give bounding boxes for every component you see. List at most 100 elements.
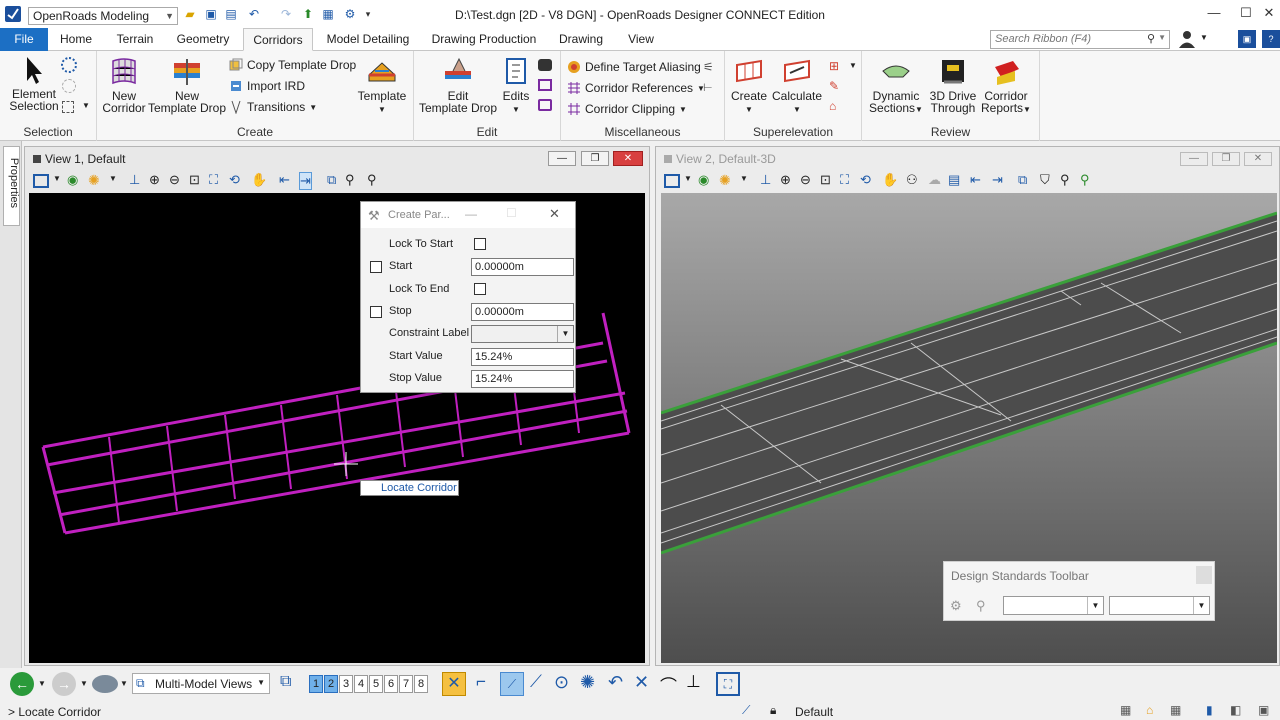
tab-drawing[interactable]: Drawing xyxy=(554,28,608,51)
snap-center-icon[interactable]: ⊙ xyxy=(554,672,569,693)
snap-intersection-icon[interactable]: ✕ xyxy=(634,672,649,693)
close-icon[interactable]: ✕ xyxy=(1255,5,1280,25)
view-1-minimize-button[interactable]: — xyxy=(548,151,576,166)
rotate-view-icon[interactable]: ⟲ xyxy=(229,172,240,188)
start-checkbox[interactable] xyxy=(370,261,382,273)
clip-volume-icon[interactable]: ⚲ xyxy=(345,172,355,188)
view-button-8[interactable]: 8 xyxy=(414,675,428,693)
view-menu-icon[interactable] xyxy=(664,155,672,163)
superelevation-calculate-button[interactable]: Calculate ▼ xyxy=(771,57,823,116)
pan-view-icon[interactable]: ✋ xyxy=(882,172,898,188)
corridor-edit-icon[interactable] xyxy=(538,79,552,91)
template-button[interactable]: Template ▼ xyxy=(355,57,409,116)
clip-front-icon[interactable]: ⚲ xyxy=(1080,172,1090,188)
active-level[interactable]: Default xyxy=(795,705,833,719)
chevron-down-icon[interactable]: ▼ xyxy=(38,679,46,688)
design-standards-select-1[interactable]: ▼ xyxy=(1003,596,1104,615)
edit-template-drop-button[interactable]: Edit Template Drop xyxy=(418,57,498,114)
snap-parallel-icon[interactable]: ⊥ xyxy=(686,672,701,692)
import-ird-button[interactable]: Import IRD xyxy=(229,76,305,96)
select-circle-icon[interactable] xyxy=(62,79,76,93)
chevron-down-icon[interactable]: ▼ xyxy=(109,174,117,183)
display-style-icon[interactable]: ◉ xyxy=(67,172,78,188)
lock-to-start-checkbox[interactable] xyxy=(474,238,486,250)
multi-model-views-dropdown[interactable]: ⧉ Multi-Model Views ▼ xyxy=(132,673,270,694)
chevron-down-icon[interactable]: ▼ xyxy=(80,679,88,688)
window-area-icon[interactable]: ⊡ xyxy=(820,172,831,188)
fit-view-icon[interactable]: ⛶ xyxy=(840,172,849,188)
status-icon-b[interactable]: ▦ xyxy=(1170,703,1181,717)
copy-view-icon[interactable]: ⧉ xyxy=(1018,172,1027,188)
tab-drawing-production[interactable]: Drawing Production xyxy=(426,28,542,51)
design-standards-tool-icon[interactable]: ⚙ xyxy=(950,598,962,614)
view-1-maximize-button[interactable]: ❐ xyxy=(581,151,609,166)
select-box-icon[interactable] xyxy=(62,101,74,113)
chevron-down-icon[interactable]: ▼ xyxy=(120,679,128,688)
tab-home[interactable]: Home xyxy=(52,28,100,51)
lighting-icon[interactable]: ✺ xyxy=(88,172,100,189)
select-all-icon[interactable] xyxy=(61,57,77,73)
view-button-4[interactable]: 4 xyxy=(354,675,368,693)
status-icon-a[interactable]: ▦ xyxy=(1120,703,1131,717)
user-icon[interactable] xyxy=(1178,30,1198,48)
fit-view-icon[interactable]: ⛶ xyxy=(209,172,218,188)
drive-through-button[interactable]: 3D Drive Through xyxy=(928,57,978,114)
minimize-icon[interactable]: — xyxy=(1200,5,1228,25)
walk-icon[interactable]: ⚇ xyxy=(906,172,918,188)
snap-tangent-icon[interactable]: ↶ xyxy=(608,672,623,693)
chevron-down-icon[interactable]: ▼ xyxy=(1200,33,1208,42)
zoom-in-icon[interactable]: ⊕ xyxy=(149,172,160,188)
view-attributes-icon[interactable] xyxy=(33,174,49,188)
start-value-field[interactable]: 15.24% xyxy=(471,348,574,366)
chevron-down-icon[interactable]: ▼ xyxy=(740,174,748,183)
view-button-2[interactable]: 2 xyxy=(324,675,338,693)
search-ribbon-input[interactable]: Search Ribbon (F4) ⚲ ▼ xyxy=(990,30,1170,49)
superelevation-create-button[interactable]: Create ▼ xyxy=(729,57,769,116)
tab-file[interactable]: File xyxy=(0,28,48,51)
stop-field[interactable]: 0.00000m xyxy=(471,303,574,321)
new-corridor-button[interactable]: New Corridor xyxy=(101,57,147,114)
new-template-drop-button[interactable]: New Template Drop xyxy=(147,57,227,114)
view-2-maximize-button[interactable]: ❐ xyxy=(1212,152,1240,166)
zoom-out-icon[interactable]: ⊖ xyxy=(169,172,180,188)
view-previous-icon[interactable]: ⇤ xyxy=(279,172,290,188)
superelevation-edit-icon[interactable]: ✎ xyxy=(829,79,839,93)
lock-to-end-checkbox[interactable] xyxy=(474,283,486,295)
view-next-icon[interactable]: ⇥ xyxy=(992,172,1003,188)
view-button-7[interactable]: 7 xyxy=(399,675,413,693)
display-style-icon[interactable]: ◉ xyxy=(698,172,709,188)
accudraw-icon[interactable]: ⟋ xyxy=(742,703,750,718)
tab-terrain[interactable]: Terrain xyxy=(108,28,162,51)
define-target-aliasing-button[interactable]: Define Target Aliasing xyxy=(567,57,701,77)
lighting-icon[interactable]: ✺ xyxy=(719,172,731,189)
snap-keypoint-icon[interactable]: ✕ xyxy=(442,672,466,696)
snap-midpoint-icon[interactable]: ⟋ xyxy=(500,672,524,696)
transitions-button[interactable]: Transitions ▼ xyxy=(229,97,317,117)
view-menu-icon[interactable] xyxy=(33,155,41,163)
start-field[interactable]: 0.00000m xyxy=(471,258,574,276)
chevron-down-icon[interactable]: ▼ xyxy=(684,174,692,183)
stop-checkbox[interactable] xyxy=(370,306,382,318)
tab-geometry[interactable]: Geometry xyxy=(170,28,236,51)
clip-mask-icon[interactable]: ⚲ xyxy=(367,172,377,188)
view-2-close-button[interactable]: ✕ xyxy=(1244,152,1272,166)
snap-nearest-icon[interactable]: ⌐ xyxy=(476,672,486,692)
constraint-label-select[interactable]: ▼ xyxy=(471,325,574,343)
back-icon[interactable]: ← xyxy=(10,672,34,696)
view-next-icon[interactable]: ⇥ xyxy=(299,172,312,190)
camera-icon[interactable]: ▤ xyxy=(948,172,960,188)
tab-model-detailing[interactable]: Model Detailing xyxy=(322,28,414,51)
connect-icon[interactable]: ▣ xyxy=(1238,30,1256,48)
home-icon[interactable]: ⌂ xyxy=(1146,703,1153,717)
snap-bisector-icon[interactable]: ⟋ xyxy=(530,672,542,692)
dynamic-sections-button[interactable]: Dynamic Sections▼ xyxy=(866,57,926,116)
update-view-icon[interactable]: ⊥ xyxy=(129,172,140,188)
copy-template-drop-button[interactable]: Copy Template Drop xyxy=(229,55,356,75)
snap-origin-icon[interactable]: ✺ xyxy=(580,672,595,693)
snap-perpendicular-icon[interactable]: ⌒ xyxy=(660,672,677,697)
corridor-reports-button[interactable]: Corridor Reports▼ xyxy=(980,57,1032,116)
properties-tab[interactable]: Properties xyxy=(3,146,20,226)
view-2-minimize-button[interactable]: — xyxy=(1180,152,1208,166)
help-icon[interactable]: ? xyxy=(1262,30,1280,48)
chevron-down-icon[interactable]: ▼ xyxy=(53,174,61,183)
